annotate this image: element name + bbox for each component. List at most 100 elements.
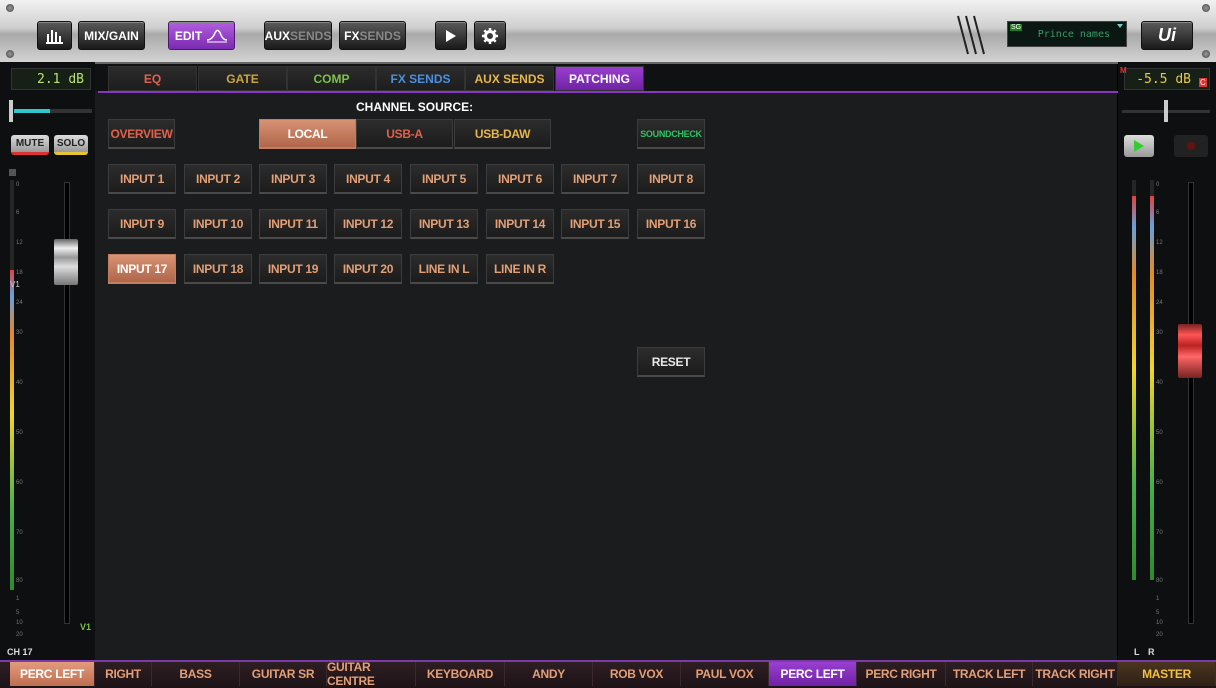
v1-label-bottom: V1 bbox=[80, 622, 92, 632]
channel-number: CH 17 bbox=[7, 647, 33, 657]
input-button-3[interactable]: INPUT 3 bbox=[259, 164, 327, 194]
tab-aux-sends[interactable]: AUX SENDS bbox=[465, 66, 554, 91]
channel-tab-10[interactable]: PERC LEFT bbox=[769, 662, 857, 686]
snapshot-badge: SG bbox=[1010, 24, 1023, 31]
play-button[interactable] bbox=[435, 21, 467, 50]
input-button-14[interactable]: INPUT 14 bbox=[486, 209, 554, 239]
right-scale-tick: 50 bbox=[1156, 430, 1163, 436]
tab-gate[interactable]: GATE bbox=[198, 66, 287, 91]
settings-button[interactable] bbox=[474, 21, 506, 50]
top-toolbar: MIX/GAIN EDIT AUX SENDS FX SENDS SG Prince… bbox=[0, 0, 1216, 64]
channel-tab-6[interactable]: KEYBOARD bbox=[416, 662, 505, 686]
input-button-12[interactable]: INPUT 12 bbox=[334, 209, 402, 239]
master-right-meter-fill bbox=[1150, 196, 1154, 580]
aux-sends-button[interactable]: AUX SENDS bbox=[264, 21, 332, 50]
ui-slash-logo-icon bbox=[957, 15, 985, 55]
input-button-22[interactable]: LINE IN R bbox=[486, 254, 554, 284]
input-button-5[interactable]: INPUT 5 bbox=[410, 164, 478, 194]
input-button-4[interactable]: INPUT 4 bbox=[334, 164, 402, 194]
input-button-6[interactable]: INPUT 6 bbox=[486, 164, 554, 194]
fx-sends-button[interactable]: FX SENDS bbox=[339, 21, 406, 50]
input-button-13[interactable]: INPUT 13 bbox=[410, 209, 478, 239]
input-button-21[interactable]: LINE IN L bbox=[410, 254, 478, 284]
reset-button[interactable]: RESET bbox=[637, 347, 705, 377]
mute-button[interactable]: MUTE bbox=[11, 135, 49, 155]
channel-tab-5[interactable]: GUITAR CENTRE bbox=[327, 660, 416, 688]
input-button-18[interactable]: INPUT 18 bbox=[184, 254, 252, 284]
right-scale-tick: 6 bbox=[1156, 210, 1160, 216]
ui-logo: Ui bbox=[1141, 21, 1193, 50]
input-button-15[interactable]: INPUT 15 bbox=[561, 209, 629, 239]
master-fader-cap[interactable] bbox=[1178, 324, 1202, 378]
right-scale-tick: 0 bbox=[1156, 182, 1160, 188]
clip-led bbox=[9, 169, 16, 176]
tab-eq[interactable]: EQ bbox=[108, 66, 197, 91]
left-scale-tick: 24 bbox=[16, 300, 23, 306]
channel-tab-11[interactable]: PERC RIGHT bbox=[857, 662, 946, 686]
input-button-11[interactable]: INPUT 11 bbox=[259, 209, 327, 239]
channel-tab-2[interactable]: RIGHT bbox=[95, 662, 152, 686]
menu-button[interactable] bbox=[37, 21, 72, 50]
left-channel-strip: 2.1 dB MUTE SOLO 0 6 12 18 24 30 40 50 60 70 80 1 5 1… bbox=[0, 62, 95, 660]
left-scale-tick: 1 bbox=[16, 596, 20, 602]
left-scale-tick: 20 bbox=[16, 632, 23, 638]
input-button-17[interactable]: INPUT 17 bbox=[108, 254, 176, 284]
play-button[interactable] bbox=[1124, 135, 1154, 157]
channel-tab-13[interactable]: TRACK RIGHT bbox=[1033, 662, 1118, 686]
right-scale-tick: 12 bbox=[1156, 240, 1163, 246]
input-button-2[interactable]: INPUT 2 bbox=[184, 164, 252, 194]
input-button-16[interactable]: INPUT 16 bbox=[637, 209, 705, 239]
source-usb-a-button[interactable]: USB-A bbox=[356, 119, 453, 149]
input-button-20[interactable]: INPUT 20 bbox=[334, 254, 402, 284]
left-scale-tick: 10 bbox=[16, 620, 23, 626]
input-button-8[interactable]: INPUT 8 bbox=[637, 164, 705, 194]
screw-icon bbox=[6, 4, 14, 12]
screw-icon bbox=[1202, 4, 1210, 12]
left-scale-tick: 6 bbox=[16, 210, 20, 216]
fader-bars-icon bbox=[45, 29, 63, 44]
right-scale-tick: 60 bbox=[1156, 480, 1163, 486]
channel-tab-1[interactable]: PERC LEFT bbox=[10, 662, 95, 686]
input-button-19[interactable]: INPUT 19 bbox=[259, 254, 327, 284]
pan-fill bbox=[14, 109, 50, 113]
source-usb-daw-button[interactable]: USB-DAW bbox=[454, 119, 551, 149]
input-button-10[interactable]: INPUT 10 bbox=[184, 209, 252, 239]
right-scale-tick: 20 bbox=[1156, 632, 1163, 638]
channel-tab-12[interactable]: TRACK LEFT bbox=[946, 662, 1033, 686]
solo-button[interactable]: SOLO bbox=[54, 135, 88, 155]
right-scale-tick: 1 bbox=[1156, 596, 1160, 602]
right-scale-tick: 40 bbox=[1156, 380, 1163, 386]
channel-tab-3[interactable]: BASS bbox=[152, 662, 240, 686]
channel-fader-cap[interactable] bbox=[54, 239, 78, 285]
tab-underline bbox=[98, 91, 1118, 93]
left-scale-tick: 18 bbox=[16, 270, 23, 276]
channel-source-heading: CHANNEL SOURCE: bbox=[356, 100, 474, 114]
v1-label-top: V1 bbox=[10, 280, 20, 289]
snapshot-name: Prince names bbox=[1037, 29, 1110, 40]
source-local-button[interactable]: LOCAL bbox=[259, 119, 356, 149]
channel-tab-9[interactable]: PAUL VOX bbox=[681, 662, 769, 686]
tab-patching[interactable]: PATCHING bbox=[555, 66, 644, 91]
channel-tab-7[interactable]: ANDY bbox=[505, 662, 593, 686]
channel-tab-14[interactable]: MASTER bbox=[1118, 662, 1216, 686]
tab-comp[interactable]: COMP bbox=[287, 66, 376, 91]
soundcheck-button[interactable]: SOUNDCHECK bbox=[637, 119, 705, 149]
input-button-7[interactable]: INPUT 7 bbox=[561, 164, 629, 194]
snapshot-display[interactable]: SG Prince names bbox=[1007, 21, 1127, 47]
right-scale-tick: 70 bbox=[1156, 530, 1163, 536]
fx-label: FX bbox=[344, 28, 360, 43]
master-strip: -5.5 dB M C 0 6 12 18 24 30 40 50 60 70 80 1 5 10 20 L… bbox=[1118, 62, 1216, 660]
record-button[interactable] bbox=[1174, 135, 1208, 157]
input-button-1[interactable]: INPUT 1 bbox=[108, 164, 176, 194]
mix-gain-button[interactable]: MIX/GAIN bbox=[78, 21, 145, 50]
left-channel-label: L bbox=[1134, 647, 1140, 657]
overview-button[interactable]: OVERVIEW bbox=[108, 119, 175, 149]
input-button-9[interactable]: INPUT 9 bbox=[108, 209, 176, 239]
eq-curve-icon bbox=[207, 29, 228, 42]
tab-fx-sends[interactable]: FX SENDS bbox=[376, 66, 465, 91]
channel-tab-4[interactable]: GUITAR SR bbox=[240, 662, 327, 686]
edit-button[interactable]: EDIT bbox=[168, 21, 235, 50]
record-icon bbox=[1187, 142, 1195, 150]
screw-icon bbox=[6, 50, 14, 58]
channel-tab-8[interactable]: ROB VOX bbox=[593, 662, 681, 686]
